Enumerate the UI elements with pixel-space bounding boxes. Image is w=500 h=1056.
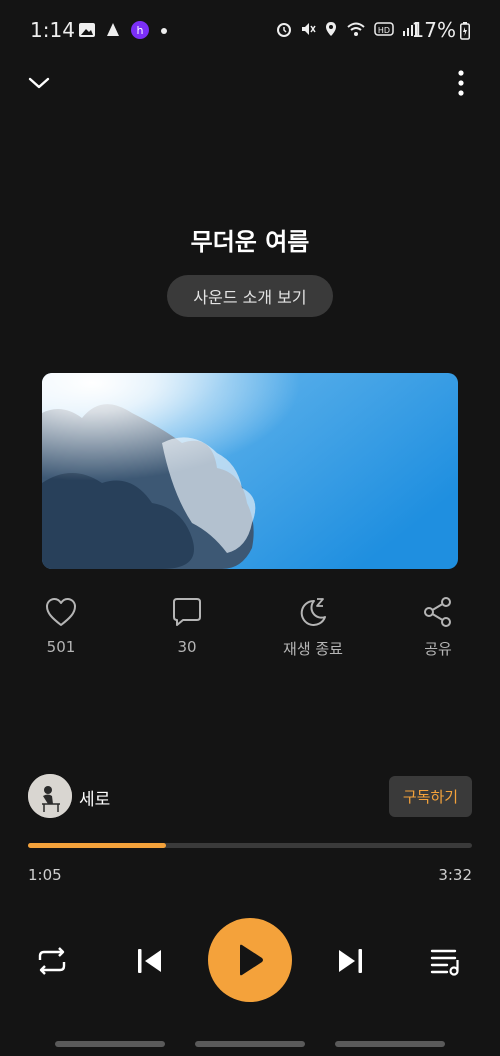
wifi-icon <box>347 22 365 36</box>
playlist-button[interactable] <box>424 940 468 982</box>
dot-icon <box>161 28 167 34</box>
repeat-button[interactable] <box>30 940 74 982</box>
nav-hint-bar <box>195 1041 305 1047</box>
chevron-down-icon <box>28 77 50 89</box>
status-bar: 1:14 h HD 17% <box>0 0 500 62</box>
comment-count: 30 <box>177 638 197 656</box>
total-time: 3:32 <box>438 866 472 884</box>
sleep-timer-action[interactable]: 재생 종료 <box>268 596 358 659</box>
like-action[interactable]: 501 <box>16 596 106 656</box>
nav-hint-bar <box>55 1041 165 1047</box>
hd-icon: HD <box>374 22 394 36</box>
cover-image <box>42 373 458 569</box>
creator-name[interactable]: 세로 <box>79 785 110 810</box>
mute-icon <box>302 23 316 35</box>
sleep-timer-label: 재생 종료 <box>283 640 343 658</box>
status-right-icons: HD <box>276 21 418 37</box>
svg-text:HD: HD <box>378 26 390 35</box>
battery-percent: 17% <box>411 18 456 42</box>
location-icon <box>326 22 336 36</box>
sound-intro-button[interactable]: 사운드 소개 보기 <box>167 275 333 317</box>
progress-fill <box>28 843 166 848</box>
share-label: 공유 <box>424 640 452 658</box>
progress-bar[interactable] <box>28 843 472 848</box>
moon-sleep-icon <box>300 598 326 626</box>
comment-action[interactable]: 30 <box>142 596 232 656</box>
like-count: 501 <box>46 638 76 656</box>
hi-app-icon: h <box>131 21 149 39</box>
playlist-icon <box>430 949 459 976</box>
skip-next-icon <box>339 949 362 973</box>
alarm-icon <box>277 23 291 37</box>
svg-text:h: h <box>137 24 144 37</box>
gallery-icon <box>79 23 95 37</box>
status-left-icons: h <box>78 20 170 40</box>
collapse-button[interactable] <box>24 68 54 98</box>
creator-avatar[interactable] <box>28 774 72 818</box>
elapsed-time: 1:05 <box>28 866 62 884</box>
sound-title: 무더운 여름 <box>190 228 310 256</box>
repeat-icon <box>38 947 66 975</box>
nav-hint-bar <box>335 1041 445 1047</box>
more-options-button[interactable] <box>447 66 475 100</box>
play-icon <box>240 944 263 976</box>
status-time: 1:14 <box>30 18 75 42</box>
share-icon <box>424 597 451 627</box>
play-button[interactable] <box>208 918 292 1002</box>
previous-button[interactable] <box>128 940 172 982</box>
share-action[interactable]: 공유 <box>393 596 483 659</box>
subscribe-button[interactable]: 구독하기 <box>389 776 472 817</box>
skip-previous-icon <box>138 949 161 973</box>
heart-icon <box>46 598 76 626</box>
comment-icon <box>173 598 201 626</box>
next-button[interactable] <box>328 940 372 982</box>
battery-charging-icon <box>460 22 470 40</box>
more-vertical-icon <box>458 70 464 96</box>
app-notification-icon <box>107 23 119 36</box>
